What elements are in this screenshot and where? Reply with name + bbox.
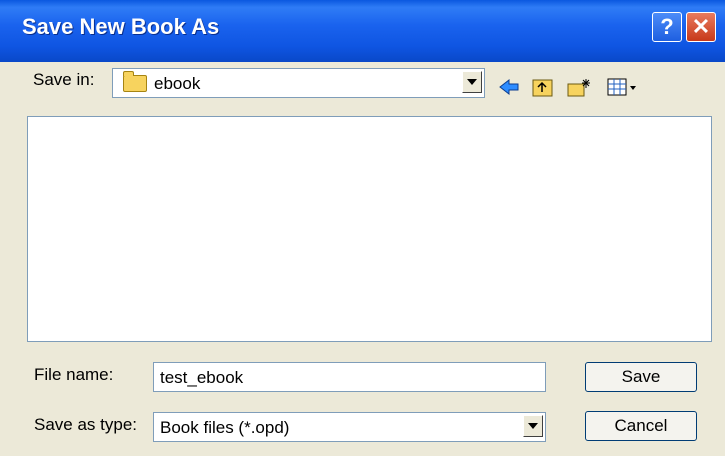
- file-name-label: File name:: [34, 365, 114, 384]
- save-in-label: Save in:: [33, 70, 95, 89]
- save-in-dropdown-arrow[interactable]: [462, 71, 482, 93]
- chevron-down-icon: [467, 79, 477, 85]
- back-arrow-icon[interactable]: [497, 76, 521, 98]
- file-name-value: test_ebook: [160, 368, 244, 387]
- cancel-button[interactable]: Cancel: [585, 411, 697, 441]
- save-as-type-combobox[interactable]: Book files (*.opd): [153, 412, 546, 442]
- close-button[interactable]: ✕: [686, 12, 716, 42]
- view-menu-icon[interactable]: [606, 76, 638, 98]
- help-button[interactable]: ?: [652, 12, 682, 42]
- file-list[interactable]: [27, 116, 712, 342]
- file-name-input[interactable]: test_ebook: [153, 362, 546, 392]
- folder-icon: [123, 71, 147, 92]
- title-bar[interactable]: Save New Book As ? ✕: [0, 0, 725, 62]
- chevron-down-icon: [528, 423, 538, 429]
- save-in-combobox[interactable]: ebook: [112, 68, 485, 98]
- save-as-type-dropdown-arrow[interactable]: [523, 415, 543, 437]
- dialog-title: Save New Book As: [22, 14, 220, 39]
- save-as-type-label: Save as type:: [34, 415, 138, 434]
- new-folder-icon[interactable]: [566, 76, 594, 98]
- up-folder-icon[interactable]: [531, 76, 555, 98]
- save-as-type-value: Book files (*.opd): [160, 418, 290, 437]
- save-in-value: ebook: [154, 74, 201, 93]
- save-button[interactable]: Save: [585, 362, 697, 392]
